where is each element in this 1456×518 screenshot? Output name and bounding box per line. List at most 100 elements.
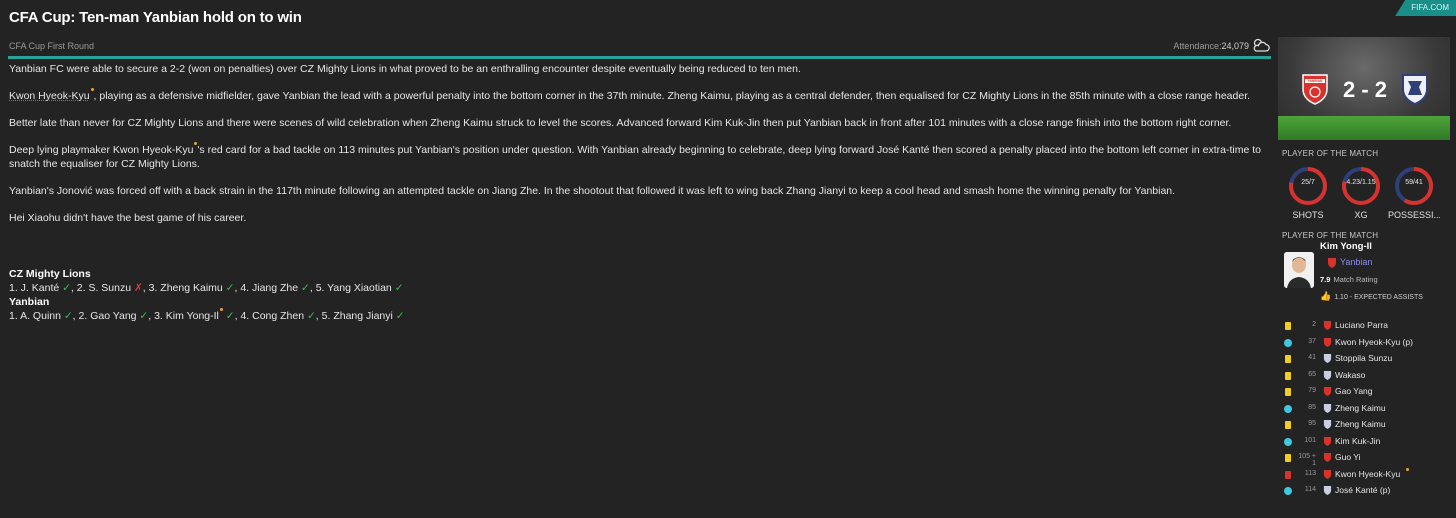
player-marker-icon: [219, 308, 223, 311]
event-player[interactable]: Kwon Hyeok-Kyu (p): [1335, 337, 1413, 347]
divider: [8, 56, 1271, 59]
red-card-icon: [1285, 470, 1291, 479]
event-player[interactable]: Guo Yi: [1335, 452, 1361, 462]
potm-section-label: PLAYER OF THE MATCH: [1282, 231, 1379, 240]
cz-mighty-lions-crest-icon: [1323, 485, 1332, 495]
stat-possessi[interactable]: 59/41 POSSESSI...: [1388, 165, 1440, 220]
cz-mighty-lions-crest-icon: [1323, 353, 1332, 363]
pen-taker: 3. Zheng Kaimu: [148, 282, 223, 294]
report-paragraph: Deep lying playmaker Kwon Hyeok-Kyu's re…: [9, 142, 1269, 171]
event-player[interactable]: Kim Kuk-Jin: [1335, 436, 1380, 446]
yanbian-crest-icon: [1328, 258, 1336, 268]
scored-check-icon: ✓: [392, 310, 405, 322]
stat-shots[interactable]: 25/7 SHOTS: [1282, 165, 1334, 220]
goal-ball-icon: [1284, 487, 1292, 495]
expected-assists: 👍 1.10 - EXPECTED ASSISTS: [1320, 291, 1423, 302]
event-row[interactable]: 85 Zheng Kaimu: [1278, 401, 1450, 418]
event-row[interactable]: 65 Wakaso: [1278, 368, 1450, 385]
potm-name[interactable]: Kim Yong-Il: [1320, 241, 1372, 252]
pitch-image: [1278, 116, 1450, 140]
event-row[interactable]: 101 Kim Kuk-Jin: [1278, 434, 1450, 451]
goal-ball-icon: [1284, 404, 1292, 413]
pen-taker: 2. Gao Yang: [78, 310, 137, 322]
stat-xg[interactable]: 4.23/1.15 XG: [1335, 165, 1387, 220]
event-row[interactable]: 105 + 1 Guo Yi: [1278, 450, 1450, 467]
player-of-the-match-card[interactable]: Kim Yong-Il Yanbian 7.9 Match Rating 👍 1.1…: [1278, 240, 1450, 306]
stat-label: SHOTS: [1292, 210, 1324, 220]
scored-check-icon: ✓: [222, 282, 235, 294]
event-player[interactable]: Wakaso: [1335, 370, 1365, 380]
pen-taker: 2. S. Sunzu: [76, 282, 132, 294]
pen-takers-row: 1. A. Quinn ✓, 2. Gao Yang ✓, 3. Kim Yon…: [9, 308, 405, 322]
event-row[interactable]: 114 José Kanté (p): [1278, 483, 1450, 500]
event-minute: 101: [1304, 436, 1316, 444]
scoreboard[interactable]: YANBIAN 2 - 2: [1278, 37, 1450, 140]
event-row[interactable]: 95 Zheng Kaimu: [1278, 417, 1450, 434]
scored-check-icon: ✓: [222, 310, 235, 322]
stat-value: 25/7: [1301, 179, 1315, 186]
pen-taker: 5. Yang Xiaotian: [315, 282, 392, 294]
article-header: CFA Cup: Ten-man Yanbian hold on to win …: [0, 0, 1456, 36]
report-paragraph: Better late than never for CZ Mighty Lio…: [9, 117, 1232, 129]
yanbian-crest-icon: [1323, 386, 1332, 396]
event-minute: 65: [1308, 370, 1316, 378]
event-player[interactable]: Zheng Kaimu: [1335, 403, 1386, 413]
yellow-card-icon: [1285, 454, 1291, 462]
player-marker-icon: [1406, 467, 1409, 471]
event-player[interactable]: Kwon Hyeok-Kyu: [1335, 469, 1400, 479]
yellow-card-icon: [1285, 388, 1291, 396]
pen-team-name: Yanbian: [9, 296, 50, 308]
competition-label: CFA Cup First Round: [9, 41, 95, 51]
attendance-value: 24,079: [1221, 41, 1249, 51]
missed-cross-icon: ✗: [131, 282, 143, 294]
match-info-bar: CFA Cup First Round Attendance:24,079: [9, 38, 1271, 56]
scored-check-icon: ✓: [59, 282, 71, 294]
cz-mighty-lions-crest-icon: [1402, 74, 1428, 105]
stat-ring: [1395, 167, 1433, 205]
player-marker-icon: [90, 88, 94, 91]
event-player[interactable]: Gao Yang: [1335, 386, 1373, 396]
match-rating: 7.9 Match Rating: [1320, 275, 1378, 284]
scored-check-icon: ✓: [60, 310, 73, 322]
report-paragraph: Yanbian FC were able to secure a 2-2 (wo…: [9, 63, 801, 75]
event-minute: 41: [1308, 354, 1316, 361]
source-badge[interactable]: FIFA.COM: [1395, 0, 1456, 16]
potm-team[interactable]: Yanbian: [1340, 257, 1372, 267]
scored-check-icon: ✓: [298, 282, 310, 294]
pen-taker: 5. Zhang Jianyi: [321, 310, 393, 322]
event-player[interactable]: Luciano Parra: [1335, 320, 1388, 330]
event-row[interactable]: 113 Kwon Hyeok-Kyu: [1278, 467, 1450, 484]
event-row[interactable]: 41 Stoppila Sunzu: [1278, 351, 1450, 368]
event-row[interactable]: 2 Luciano Parra: [1278, 318, 1450, 335]
event-minute: 79: [1308, 387, 1316, 394]
event-player[interactable]: José Kanté (p): [1335, 485, 1390, 495]
stat-value: 59/41: [1405, 179, 1423, 186]
cz-mighty-lions-crest-icon: [1323, 419, 1332, 429]
goal-ball-icon: [1284, 437, 1292, 446]
yellow-card-icon: [1285, 421, 1291, 429]
event-minute: 114: [1304, 486, 1316, 493]
scored-check-icon: ✓: [136, 310, 149, 322]
event-row[interactable]: 79 Gao Yang: [1278, 384, 1450, 401]
player-link[interactable]: Kwon Hyeok-Kyu: [9, 90, 90, 102]
yanbian-crest-icon: [1323, 320, 1332, 330]
yellow-card-icon: [1285, 355, 1291, 363]
event-row[interactable]: 37 Kwon Hyeok-Kyu (p): [1278, 335, 1450, 352]
pen-taker: 4. Cong Zhen: [240, 310, 305, 322]
report-paragraph: Hei Xiaohu didn't have the best game of …: [9, 212, 247, 224]
event-player[interactable]: Stoppila Sunzu: [1335, 353, 1392, 363]
report-text: , playing as a defensive midfielder, gav…: [93, 90, 1251, 102]
pen-takers-row: 1. J. Kanté ✓, 2. S. Sunzu ✗, 3. Zheng K…: [9, 282, 404, 294]
event-minute: 37: [1308, 337, 1316, 345]
thumbs-up-icon: 👍: [1320, 291, 1332, 301]
avatar: [1284, 252, 1314, 288]
stat-ring: [1289, 167, 1327, 205]
report-paragraph: Yanbian's Jonović was forced off with a …: [9, 185, 1176, 197]
goal-ball-icon: [1284, 338, 1292, 347]
attendance: Attendance:24,079: [1173, 41, 1249, 51]
penalty-shootout: CZ Mighty Lions 1. J. Kanté ✓, 2. S. Sun…: [9, 267, 405, 323]
pen-team-name: CZ Mighty Lions: [9, 268, 91, 280]
cz-mighty-lions-crest-icon: [1323, 370, 1332, 380]
event-player[interactable]: Zheng Kaimu: [1335, 419, 1386, 429]
page-title: CFA Cup: Ten-man Yanbian hold on to win: [9, 9, 302, 26]
